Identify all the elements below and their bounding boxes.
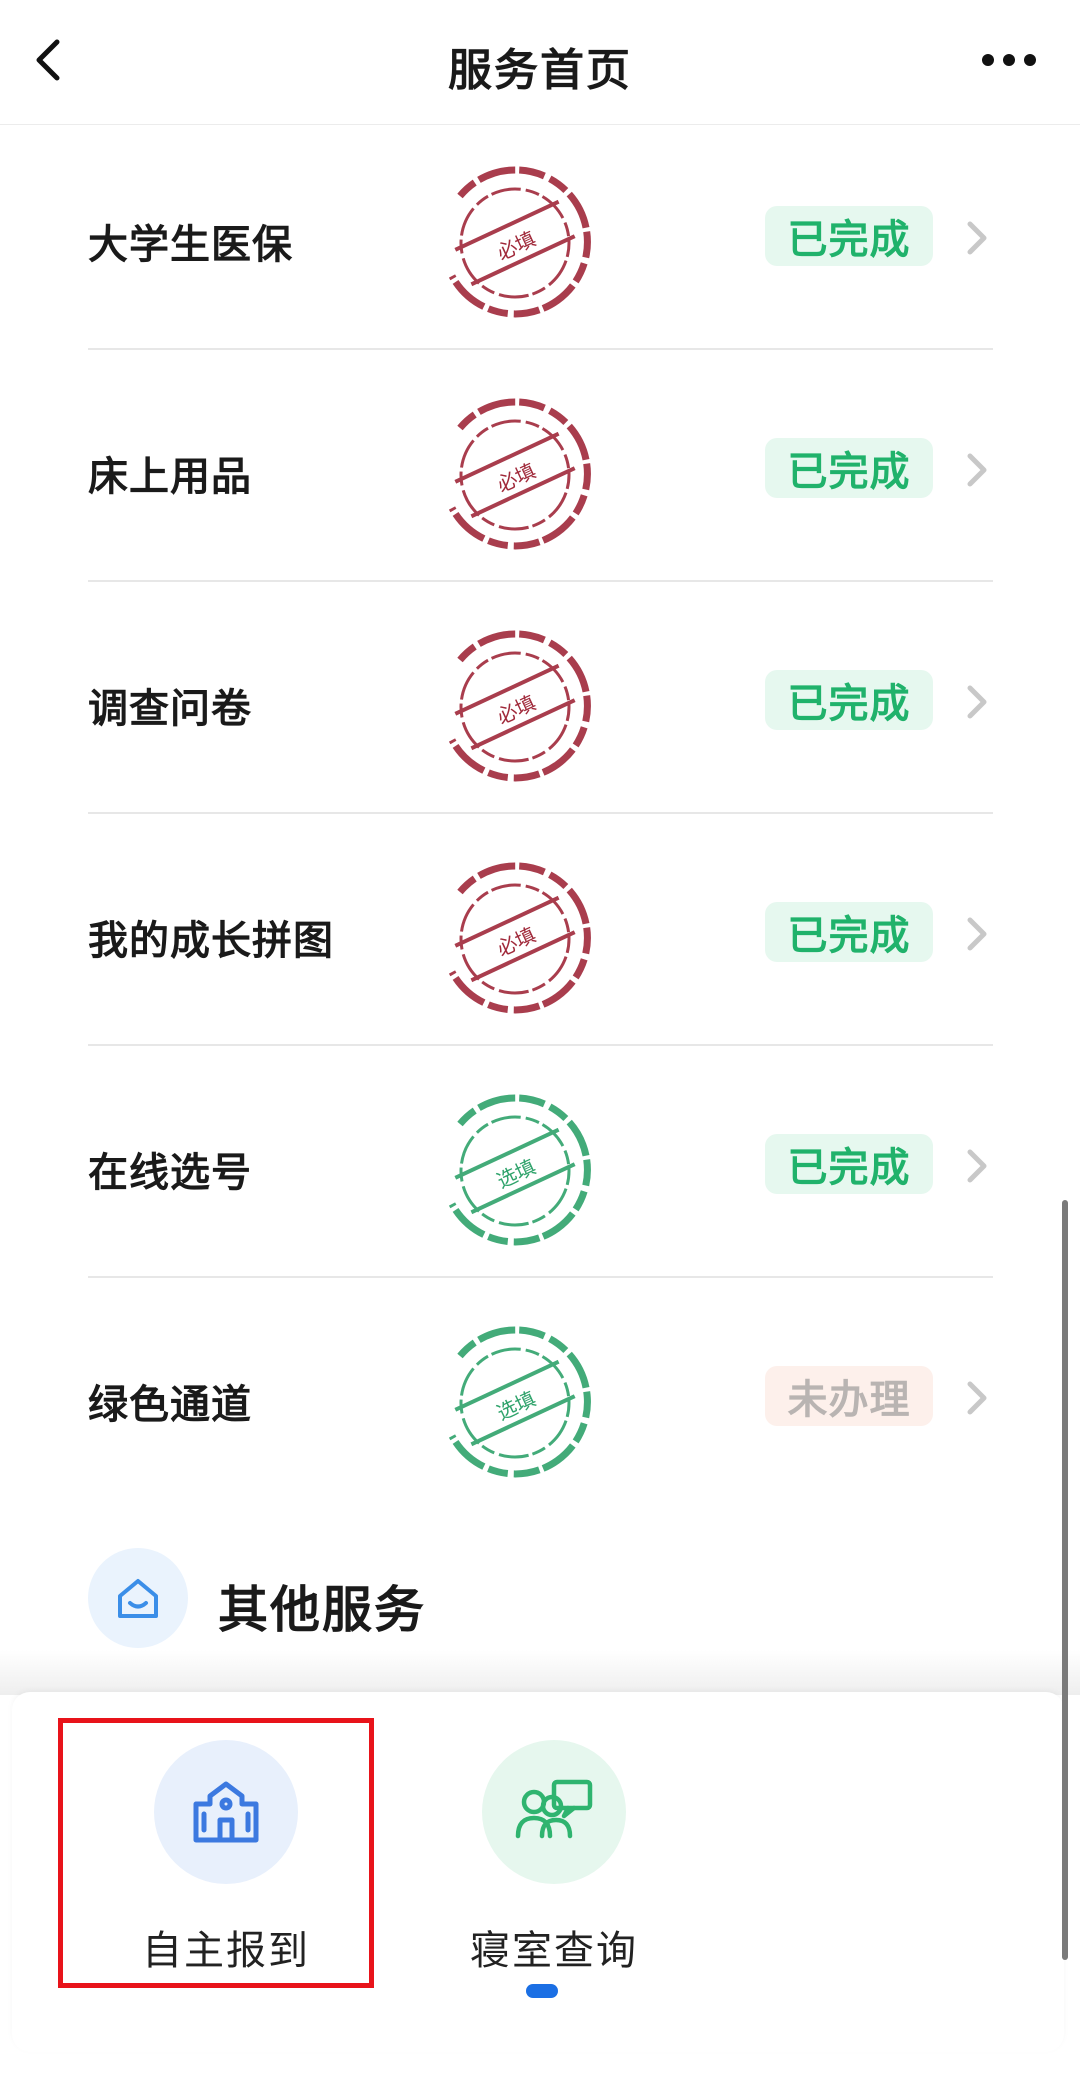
chevron-right-icon bbox=[967, 221, 987, 255]
stamp-text: 必填 bbox=[493, 226, 539, 265]
service-self-registration[interactable]: 自主报到 bbox=[92, 1740, 342, 1974]
stamp-text: 必填 bbox=[493, 922, 539, 961]
optional-stamp-icon: 选填 bbox=[448, 1326, 591, 1478]
divider bbox=[88, 812, 993, 814]
required-stamp-icon: 必填 bbox=[448, 398, 591, 550]
service-icon-circle bbox=[154, 1740, 298, 1884]
chevron-right-icon bbox=[967, 453, 987, 487]
task-label: 大学生医保 bbox=[88, 222, 293, 268]
top-nav-bar: 服务首页 bbox=[0, 0, 1080, 125]
task-label: 床上用品 bbox=[88, 454, 252, 500]
task-label: 调查问卷 bbox=[88, 686, 252, 732]
section-icon-badge bbox=[88, 1548, 188, 1648]
status-badge: 已完成 bbox=[765, 902, 933, 962]
stamp-text: 选填 bbox=[493, 1154, 539, 1193]
service-label: 寝室查询 bbox=[470, 1928, 638, 1974]
chevron-right-icon bbox=[967, 685, 987, 719]
task-label: 绿色通道 bbox=[88, 1382, 252, 1428]
status-badge: 已完成 bbox=[765, 670, 933, 730]
service-dorm-query[interactable]: 寝室查询 bbox=[420, 1740, 670, 1974]
service-label: 自主报到 bbox=[142, 1928, 310, 1974]
status-badge: 已完成 bbox=[765, 206, 933, 266]
chevron-right-icon bbox=[967, 1149, 987, 1183]
group-chat-icon bbox=[515, 1779, 593, 1839]
stamp-text: 必填 bbox=[493, 458, 539, 497]
status-badge: 未办理 bbox=[765, 1366, 933, 1426]
page-indicator bbox=[526, 1984, 558, 1998]
school-building-icon bbox=[193, 1781, 259, 1843]
more-horizontal-icon bbox=[982, 54, 1036, 66]
stamp-text: 必填 bbox=[493, 690, 539, 729]
status-badge: 已完成 bbox=[765, 438, 933, 498]
service-icon-circle bbox=[482, 1740, 626, 1884]
task-row-green-channel[interactable]: 绿色通道 选填 未办理 bbox=[0, 1284, 1080, 1516]
page-title: 服务首页 bbox=[448, 45, 632, 96]
divider bbox=[88, 1276, 993, 1278]
section-title: 其他服务 bbox=[218, 1581, 426, 1639]
status-badge: 已完成 bbox=[765, 1134, 933, 1194]
more-button[interactable] bbox=[974, 40, 1044, 80]
required-stamp-icon: 必填 bbox=[448, 630, 591, 782]
task-label: 我的成长拼图 bbox=[88, 918, 334, 964]
task-row-growth-puzzle[interactable]: 我的成长拼图 必填 已完成 bbox=[0, 820, 1080, 1052]
required-stamp-icon: 必填 bbox=[448, 862, 591, 1014]
scrollbar[interactable] bbox=[1062, 1200, 1068, 1960]
divider bbox=[88, 348, 993, 350]
stamp-text: 选填 bbox=[493, 1386, 539, 1425]
home-icon bbox=[118, 1579, 158, 1618]
task-row-medical-insurance[interactable]: 大学生医保 必填 已完成 bbox=[0, 124, 1080, 356]
chevron-right-icon bbox=[967, 1381, 987, 1415]
chevron-right-icon bbox=[967, 917, 987, 951]
task-row-bedding[interactable]: 床上用品 必填 已完成 bbox=[0, 356, 1080, 588]
section-shadow bbox=[0, 1650, 1080, 1695]
divider bbox=[88, 580, 993, 582]
required-stamp-icon: 必填 bbox=[448, 166, 591, 318]
task-row-online-number[interactable]: 在线选号 选填 已完成 bbox=[0, 1052, 1080, 1284]
services-panel: 自主报到 寝室查询 bbox=[12, 1692, 1064, 2052]
task-row-survey[interactable]: 调查问卷 必填 已完成 bbox=[0, 588, 1080, 820]
task-label: 在线选号 bbox=[88, 1150, 252, 1196]
optional-stamp-icon: 选填 bbox=[448, 1094, 591, 1246]
divider bbox=[88, 1044, 993, 1046]
